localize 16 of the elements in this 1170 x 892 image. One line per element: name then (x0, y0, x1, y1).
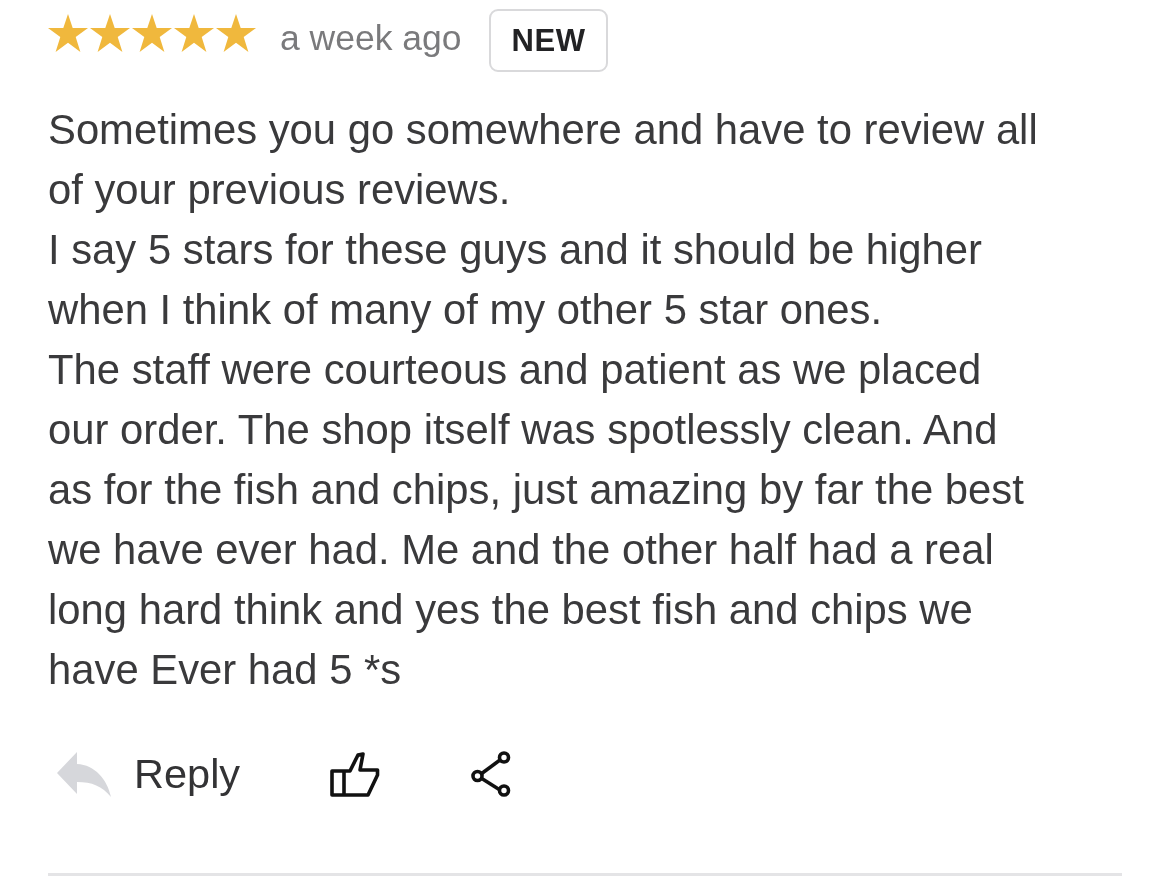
star-icon (90, 14, 130, 53)
thumbs-up-icon (330, 751, 381, 797)
like-button[interactable] (330, 751, 381, 797)
star-icon (216, 14, 256, 53)
share-button[interactable] (470, 751, 513, 797)
review-paragraph: Sometimes you go somewhere and have to review all of your previous reviews. (48, 105, 1039, 215)
star-icon (132, 14, 172, 53)
new-badge: NEW (488, 9, 609, 72)
review-paragraph: I say 5 stars for these guys and it should be higher when I think of many of my other 5 star ones. (48, 225, 983, 335)
share-icon (470, 751, 513, 797)
star-icon (48, 14, 88, 53)
review-time: a week ago (280, 17, 462, 60)
reply-arrow-icon (57, 751, 111, 797)
review-paragraph: The staff were courteous and patient as we placed our order. The shop itself was spotlessly clean. And as for the fish and chips, just amazing by far the best we have ever had. Me and the other half had a real long hard think and yes the best fish and chips we have Ever had 5 *s (48, 345, 1025, 695)
reply-button[interactable]: Reply (57, 750, 241, 798)
star-icon (174, 14, 214, 53)
